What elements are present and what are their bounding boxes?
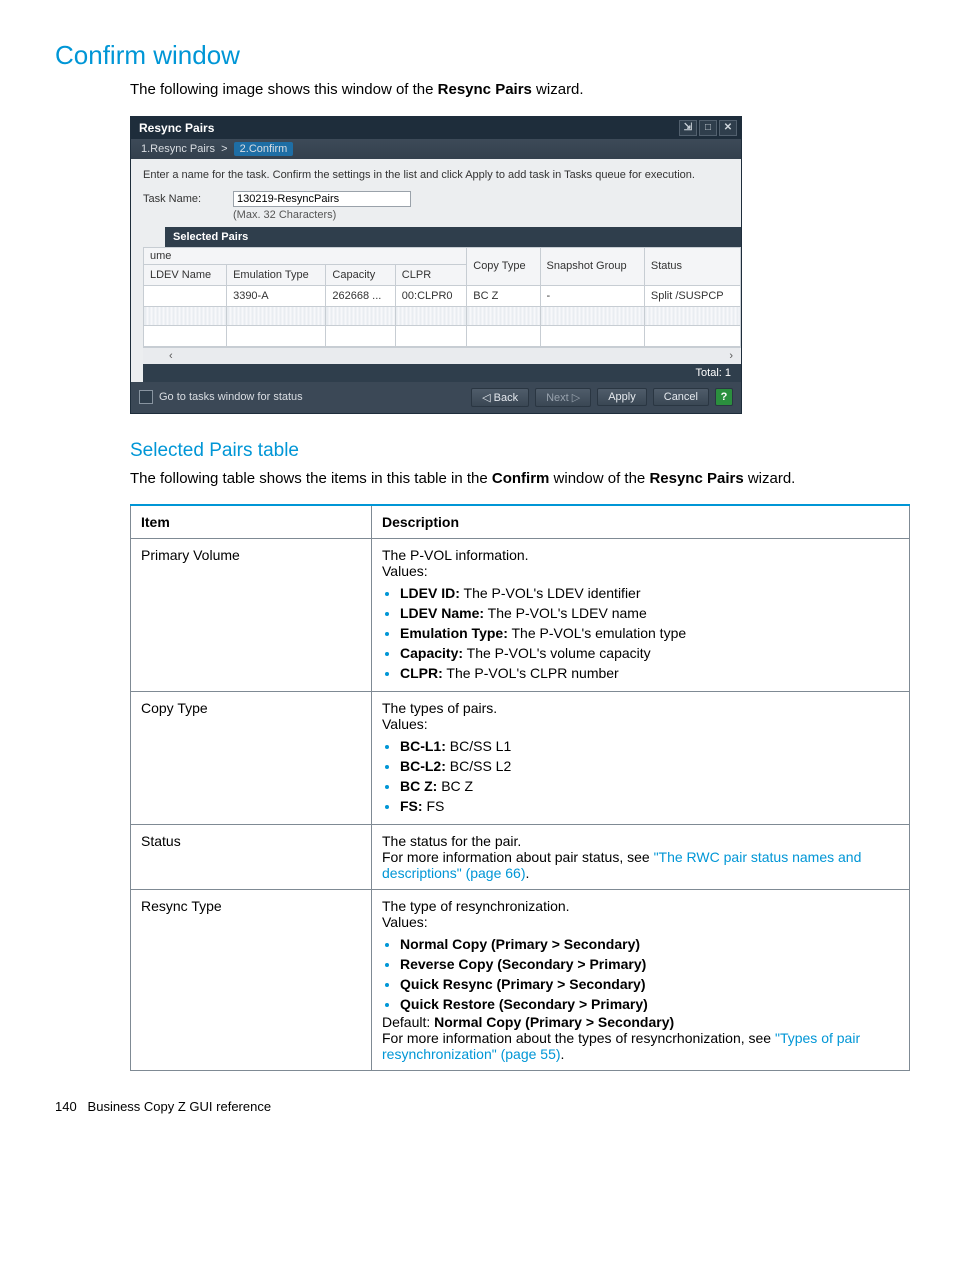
cancel-button[interactable]: Cancel	[653, 388, 709, 406]
desc-copy-type: The types of pairs. Values: BC-L1: BC/SS…	[372, 692, 910, 825]
intro-bold: Resync Pairs	[438, 81, 532, 98]
max-chars-hint: (Max. 32 Characters)	[233, 209, 729, 221]
apply-button[interactable]: Apply	[597, 388, 647, 406]
col-emulation-type: Emulation Type	[227, 264, 326, 285]
cell-copy: BC Z	[467, 285, 540, 306]
table-row: Primary Volume The P-VOL information. Va…	[131, 539, 910, 692]
selected-pairs-heading: Selected Pairs table	[130, 440, 899, 462]
task-name-label: Task Name:	[143, 193, 233, 205]
col-capacity: Capacity	[326, 264, 395, 285]
col-snapshot-group: Snapshot Group	[540, 247, 644, 285]
go-to-tasks-checkbox[interactable]	[139, 390, 153, 404]
breadcrumb-step1[interactable]: 1.Resync Pairs	[141, 143, 215, 155]
desc-primary-volume: The P-VOL information. Values: LDEV ID: …	[372, 539, 910, 692]
cell-status: Split /SUSPCP	[644, 285, 740, 306]
cell-cap: 262668 ...	[326, 285, 395, 306]
desc-resync-type: The type of resynchronization. Values: N…	[372, 890, 910, 1071]
intro-text-end: wizard.	[532, 81, 584, 98]
selected-pairs-header: Selected Pairs	[165, 227, 741, 247]
detach-icon[interactable]: ⇲	[679, 120, 697, 136]
col-copy-type: Copy Type	[467, 247, 540, 285]
resync-pairs-wizard: Resync Pairs ⇲ □ ✕ 1.Resync Pairs > 2.Co…	[130, 116, 742, 414]
breadcrumb-step2: 2.Confirm	[234, 142, 294, 156]
selected-pairs-table: ume Copy Type Snapshot Group Status LDEV…	[143, 247, 741, 347]
desc-status: The status for the pair. For more inform…	[372, 825, 910, 890]
col-status: Status	[644, 247, 740, 285]
cell-clpr: 00:CLPR0	[395, 285, 466, 306]
table-row[interactable]: 3390-A 262668 ... 00:CLPR0 BC Z - Split …	[144, 285, 741, 306]
col-clpr: CLPR	[395, 264, 466, 285]
spec-table: Item Description Primary Volume The P-VO…	[130, 504, 910, 1071]
page-footer: 140 Business Copy Z GUI reference	[55, 1099, 899, 1114]
table-row: Resync Type The type of resynchronizatio…	[131, 890, 910, 1071]
table-row: Copy Type The types of pairs. Values: BC…	[131, 692, 910, 825]
item-copy-type: Copy Type	[131, 692, 372, 825]
table-row: Status The status for the pair. For more…	[131, 825, 910, 890]
wizard-title: Resync Pairs	[139, 121, 214, 135]
intro-paragraph: The following image shows this window of…	[130, 79, 899, 102]
item-resync-type: Resync Type	[131, 890, 372, 1071]
wizard-hint: Enter a name for the task. Confirm the s…	[143, 169, 729, 181]
wizard-titlebar: Resync Pairs ⇲ □ ✕	[131, 117, 741, 139]
item-status: Status	[131, 825, 372, 890]
help-button[interactable]: ?	[715, 388, 733, 406]
col-description: Description	[372, 505, 910, 539]
cell-ldev	[144, 285, 227, 306]
table-row	[144, 306, 741, 325]
page-number: 140	[55, 1099, 77, 1114]
close-icon[interactable]: ✕	[719, 120, 737, 136]
col-item: Item	[131, 505, 372, 539]
back-button[interactable]: ◁ Back	[471, 388, 529, 407]
horizontal-scrollbar[interactable]: ‹›	[143, 347, 741, 364]
ume-header: ume	[144, 247, 467, 264]
intro-text: The following image shows this window of…	[130, 81, 438, 98]
total-bar: Total: 1	[143, 364, 741, 382]
col-ldev-name: LDEV Name	[144, 264, 227, 285]
wizard-footer: Go to tasks window for status ◁ Back Nex…	[131, 382, 741, 413]
wizard-breadcrumbs: 1.Resync Pairs > 2.Confirm	[131, 139, 741, 159]
cell-emul: 3390-A	[227, 285, 326, 306]
task-name-input[interactable]	[233, 191, 411, 207]
page-title: Confirm window	[55, 40, 899, 71]
selected-pairs-intro: The following table shows the items in t…	[130, 468, 899, 491]
item-primary-volume: Primary Volume	[131, 539, 372, 692]
footer-text: Business Copy Z GUI reference	[88, 1099, 272, 1114]
cell-snap: -	[540, 285, 644, 306]
next-button: Next ▷	[535, 388, 591, 407]
table-row	[144, 325, 741, 346]
go-to-tasks-label: Go to tasks window for status	[159, 391, 465, 403]
maximize-icon[interactable]: □	[699, 120, 717, 136]
